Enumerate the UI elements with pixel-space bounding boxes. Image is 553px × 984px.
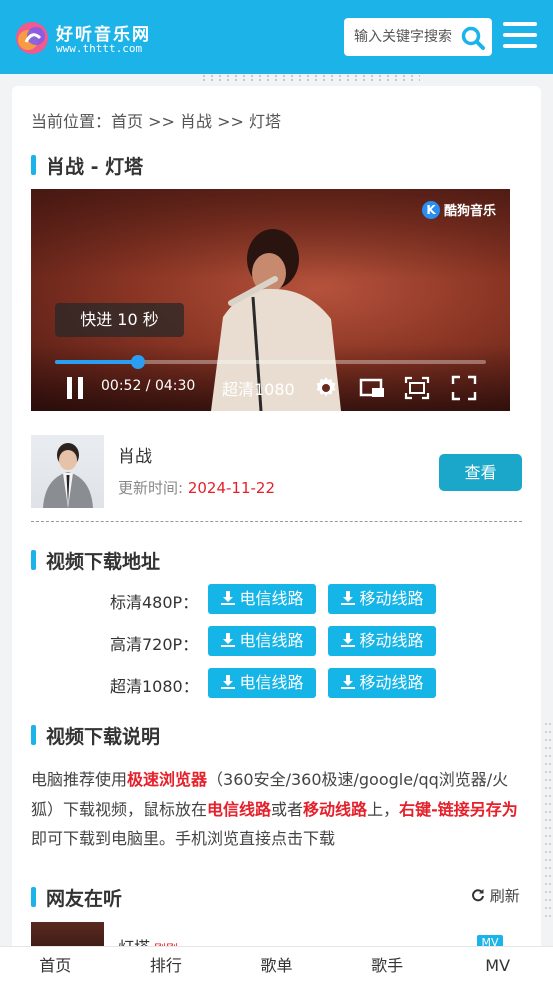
breadcrumb-category-link[interactable]: 肖战 [180, 112, 212, 131]
watermark-text: 酷狗音乐 [443, 204, 496, 219]
seek-tooltip: 快进 10 秒 [55, 303, 184, 337]
video-player[interactable]: K 酷狗音乐 快进 10 秒 00:52 / 04:30 超清1080 [31, 189, 510, 411]
picture-in-picture-icon[interactable] [359, 375, 385, 401]
widescreen-icon[interactable] [404, 375, 430, 401]
search-input[interactable] [344, 18, 456, 56]
browser-link[interactable]: 极速浏览器 [127, 770, 207, 789]
logo-icon[interactable] [14, 20, 50, 56]
refresh-icon [472, 889, 484, 902]
progress-bar[interactable] [55, 355, 486, 369]
instructions-section-title: 视频下载说明 [31, 722, 160, 749]
decorative-dots [200, 74, 420, 82]
breadcrumb-separator: >> [143, 112, 181, 131]
mobile-download-button[interactable]: 移动线路 [328, 668, 436, 698]
kugou-logo-icon: K [421, 200, 440, 219]
site-header: 好听音乐网 www.thttt.com [0, 0, 553, 74]
progress-fill [55, 360, 139, 364]
nav-item-home[interactable]: 首页 [0, 947, 111, 984]
telecom-download-button[interactable]: 电信线路 [208, 584, 316, 614]
telecom-download-button[interactable]: 电信线路 [208, 668, 316, 698]
breadcrumb-current: 灯塔 [249, 112, 282, 131]
refresh-label: 刷新 [489, 887, 520, 905]
telecom-highlight: 电信线路 [207, 799, 272, 819]
fullscreen-icon[interactable] [451, 375, 477, 401]
time-display: 00:52 / 04:30 [101, 378, 196, 394]
view-button[interactable]: 查看 [439, 454, 522, 491]
nav-item-ranking[interactable]: 排行 [111, 947, 222, 984]
update-time-label: 更新时间: [118, 479, 188, 497]
download-quality-label: 标清480P： [110, 593, 199, 612]
nav-item-singer[interactable]: 歌手 [332, 947, 443, 984]
download-icon [341, 591, 356, 605]
divider [31, 521, 522, 522]
breadcrumb-prefix: 当前位置： [31, 112, 112, 131]
nav-item-playlist[interactable]: 歌单 [221, 947, 332, 984]
mobile-download-button[interactable]: 移动线路 [328, 626, 436, 656]
mobile-highlight: 移动线路 [303, 799, 368, 819]
quality-selector[interactable]: 超清1080 [222, 376, 295, 400]
download-quality-label: 高清720P： [110, 635, 199, 654]
update-time: 更新时间: 2024-11-22 [118, 477, 275, 498]
site-logo-url: www.thttt.com [56, 42, 143, 55]
bottom-nav: 首页 排行 歌单 歌手 MV [0, 946, 553, 984]
pause-icon[interactable] [67, 377, 85, 399]
artist-name[interactable]: 肖战 [118, 442, 152, 467]
song-title: 肖战 - 灯塔 [31, 152, 143, 179]
artist-photo[interactable] [31, 435, 104, 508]
kugou-watermark: K 酷狗音乐 [421, 200, 496, 219]
download-icon [221, 675, 236, 689]
breadcrumb-separator: >> [212, 112, 250, 131]
update-time-value: 2024-11-22 [187, 479, 276, 497]
mobile-download-button[interactable]: 移动线路 [328, 584, 436, 614]
instructions-text: 电脑推荐使用极速浏览器（360安全/360极速/google/qq浏览器/火狐）… [31, 770, 518, 848]
download-icon [221, 633, 236, 647]
download-icon [341, 633, 356, 647]
breadcrumb: 当前位置：首页 >> 肖战 >> 灯塔 [31, 108, 281, 132]
save-as-highlight: 右键-链接另存为 [399, 799, 518, 819]
breadcrumb-home-link[interactable]: 首页 [111, 112, 143, 131]
artist-portrait [43, 443, 93, 508]
listening-section-title: 网友在听 [31, 884, 122, 911]
download-icon [221, 591, 236, 605]
nav-item-mv[interactable]: MV [442, 947, 553, 984]
search-box [344, 18, 492, 56]
search-icon[interactable] [460, 25, 486, 51]
telecom-download-button[interactable]: 电信线路 [208, 626, 316, 656]
download-icon [341, 675, 356, 689]
decorative-dots-right [544, 720, 552, 920]
refresh-button[interactable]: 刷新 [471, 885, 520, 906]
download-quality-label: 超清1080： [110, 677, 199, 696]
settings-gear-icon[interactable] [313, 375, 339, 401]
menu-icon[interactable] [503, 22, 537, 52]
download-section-title: 视频下载地址 [31, 547, 160, 574]
